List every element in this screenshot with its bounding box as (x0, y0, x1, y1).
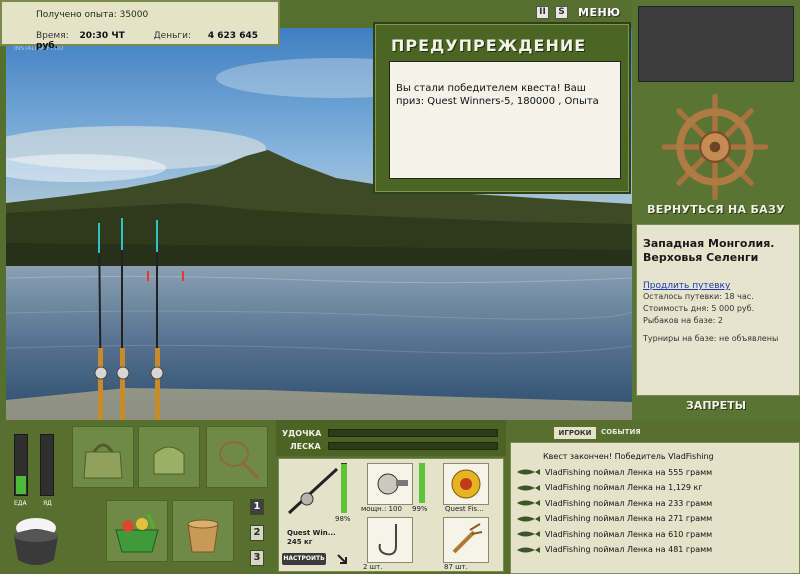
rod-label: УДОЧКА (282, 429, 322, 438)
rod-weight: 245 кг (287, 538, 313, 546)
rod-condition-bar (341, 463, 347, 513)
inventory-slot-tackle-box[interactable] (72, 426, 134, 488)
tournaments-text: Турниры на базе: не объявлены (643, 334, 779, 343)
log-header: Квест закончен! Победитель VladFishing (543, 452, 714, 462)
experience-text: Получено опыта: 35000 (36, 10, 149, 20)
inventory-page-2-button[interactable]: 2 (250, 525, 264, 541)
tab-events[interactable]: СОБЫТИЯ (601, 428, 641, 436)
fishers-count-text: Рыбаков на базе: 2 (643, 316, 723, 325)
log-row-text: VladFishing поймал Ленка на 555 грамм (545, 467, 713, 477)
reel-icon (377, 473, 408, 495)
log-row: VladFishing поймал Ленка на 555 грамм (511, 465, 799, 481)
log-row: VladFishing поймал Ленка на 481 грамм (511, 542, 799, 558)
trip-left-text: Осталось путевки: 18 час. (643, 292, 754, 301)
arrow-diagonal-icon[interactable] (336, 553, 348, 565)
bucket-icon (187, 519, 219, 553)
money-label: Деньги: (153, 31, 191, 41)
time-value: 20:30 ЧТ (79, 31, 125, 41)
hook-slot[interactable] (367, 517, 413, 563)
tackle-status: УДОЧКА ЛЕСКА (276, 420, 506, 456)
extend-trip-link[interactable]: Продлить путевку (643, 281, 793, 291)
reel-condition-bar (419, 463, 425, 503)
log-row: VladFishing поймал Ленка на 271 грамм (511, 511, 799, 527)
food-label: ЕДА (14, 500, 27, 507)
pause-button[interactable]: II (536, 6, 549, 19)
location-name: Западная Монголия. Верховья Селенги (643, 237, 775, 264)
reel-power-text: мощн.: 100 (361, 505, 402, 513)
warning-dialog[interactable]: ПРЕДУПРЕЖДЕНИЕ Вы стали победителем квес… (373, 22, 631, 194)
fish-icon (517, 469, 540, 476)
rod-icon[interactable] (285, 463, 341, 519)
rod-condition-text: 98% (335, 515, 351, 523)
adjust-tackle-button[interactable]: НАСТРОИТЬ (282, 553, 326, 565)
fish-icon (517, 484, 540, 491)
day-cost-text: Стоимость дня: 5 000 руб. (643, 304, 755, 313)
hook-count: 2 шт. (363, 563, 383, 571)
hook-icon (378, 524, 397, 556)
fish-icon (517, 531, 540, 538)
reel-slot[interactable] (367, 463, 413, 505)
sound-button[interactable]: S (555, 6, 568, 19)
event-log: Квест закончен! Победитель VladFishing V… (510, 442, 800, 574)
inventory-page-3-button[interactable]: 3 (250, 550, 264, 566)
fish-icon (517, 546, 540, 553)
money-value: 4 623 645 руб. (36, 31, 258, 51)
inventory-slot-food-basket[interactable] (106, 500, 168, 562)
lure-count: 87 шт. (444, 563, 468, 571)
tab-players[interactable]: ИГРОКИ (554, 427, 596, 439)
landing-net-icon (219, 441, 260, 480)
fishing-line-slot[interactable] (443, 463, 489, 505)
fishing-line-spool-icon (451, 469, 481, 499)
menu-button[interactable]: МЕНЮ (578, 6, 621, 19)
fishing-line-name: Quest Fis... (445, 505, 484, 513)
ship-wheel-icon[interactable] (662, 94, 768, 200)
cooking-pot-icon[interactable] (8, 512, 64, 570)
food-basket-icon (115, 513, 159, 553)
rod-name: Quest Win... (287, 529, 336, 537)
bag-icon (153, 446, 185, 475)
return-to-base-button[interactable]: ВЕРНУТЬСЯ НА БАЗУ (632, 203, 800, 216)
fish-icon (517, 500, 540, 507)
location-panel: Западная Монголия. Верховья Селенги Прод… (636, 224, 800, 396)
poison-label: ЯД (43, 500, 52, 507)
tackle-box-icon (83, 443, 123, 479)
fly-lure-icon (452, 523, 483, 554)
warning-message: Вы стали победителем квеста! Ваш приз: Q… (389, 61, 621, 179)
log-row: VladFishing поймал Ленка на 233 грамм (511, 496, 799, 512)
inventory-slot-bag[interactable] (138, 426, 200, 488)
inventory-page-1-button[interactable]: 1 (250, 499, 264, 515)
line-tension-bar (328, 442, 498, 450)
food-gauge (14, 434, 28, 496)
restrictions-button[interactable]: ЗАПРЕТЫ (632, 399, 800, 412)
lure-slot[interactable] (443, 517, 489, 563)
log-row-text: VladFishing поймал Ленка на 233 грамм (545, 498, 713, 508)
poison-gauge (40, 434, 54, 496)
log-row: VladFishing поймал Ленка на 1,129 кг (511, 480, 799, 496)
fish-icon (517, 515, 540, 522)
inventory-slot-net[interactable] (206, 426, 268, 488)
log-row-text: VladFishing поймал Ленка на 1,129 кг (545, 483, 703, 493)
reel-condition-text: 99% (412, 505, 428, 513)
minimap[interactable] (638, 6, 794, 82)
food-gauge-fill (16, 476, 26, 494)
warning-title: ПРЕДУПРЕЖДЕНИЕ (391, 36, 587, 55)
inventory-slot-bucket[interactable] (172, 500, 234, 562)
time-label: Время: (36, 31, 69, 41)
log-row: VladFishing поймал Ленка на 610 грамм (511, 527, 799, 543)
log-row-text: VladFishing поймал Ленка на 610 грамм (545, 529, 713, 539)
rod-tension-bar (328, 429, 498, 437)
log-row-text: VladFishing поймал Ленка на 271 грамм (545, 514, 713, 524)
player-info-panel: Получено опыта: 35000 Время: 20:30 ЧТ Де… (0, 0, 280, 51)
log-row-text: VladFishing поймал Ленка на 481 грамм (545, 545, 713, 555)
line-label: ЛЕСКА (290, 442, 321, 451)
